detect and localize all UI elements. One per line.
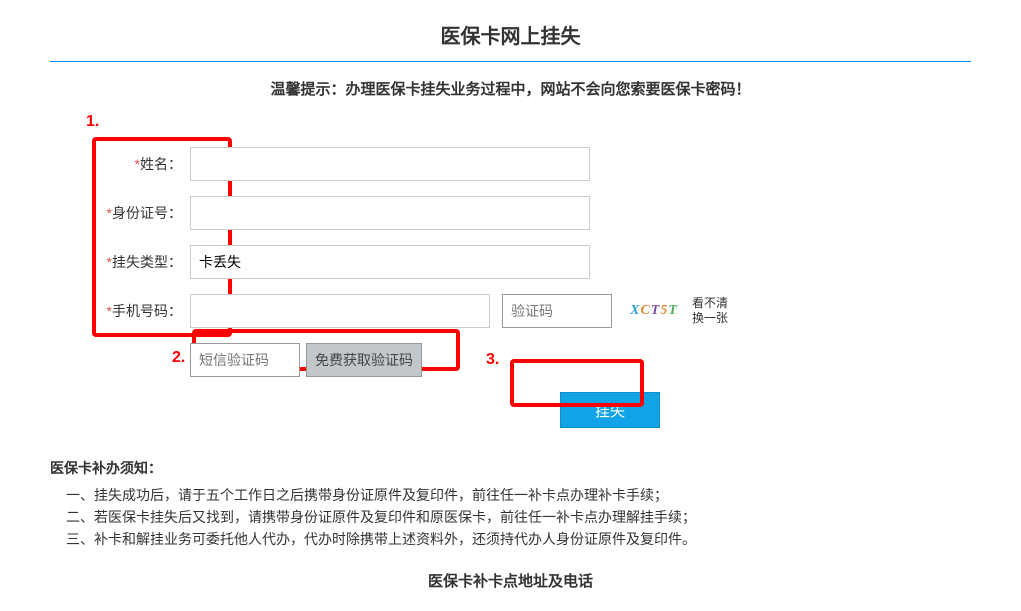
submit-button[interactable]: 挂失: [560, 392, 660, 428]
get-sms-button[interactable]: 免费获取验证码: [306, 343, 422, 377]
notice-line-3: 三、补卡和解挂业务可委托他人代办，代办时除携带上述资料外，还须持代办人身份证原件…: [66, 528, 971, 550]
notice-lines: 一、挂失成功后，请于五个工作日之后携带身份证原件及复印件，前往任一补卡点办理补卡…: [50, 484, 971, 550]
notice-line-1: 一、挂失成功后，请于五个工作日之后携带身份证原件及复印件，前往任一补卡点办理补卡…: [66, 484, 971, 506]
bottom-title: 医保卡补卡点地址及电话: [50, 570, 971, 591]
captcha-hint1[interactable]: 看不清: [692, 296, 728, 311]
form-area: 1. 2. 3. *姓名： *身份证号： *挂失类型：: [90, 127, 971, 428]
idnum-field[interactable]: [190, 196, 590, 230]
divider: [50, 61, 971, 62]
sms-field[interactable]: [190, 343, 300, 377]
losstype-field[interactable]: [190, 245, 590, 279]
label-idnum: *身份证号：: [90, 203, 190, 223]
notice-title: 医保卡补办须知：: [50, 458, 971, 478]
label-phone: *手机号码：: [90, 301, 190, 321]
captcha-image[interactable]: XCT5T: [624, 297, 684, 325]
label-name: *姓名：: [90, 154, 190, 174]
label-losstype-text: 挂失类型：: [112, 254, 182, 270]
tip-text: 温馨提示：办理医保卡挂失业务过程中，网站不会向您索要医保卡密码！: [50, 78, 971, 99]
label-phone-text: 手机号码：: [112, 303, 182, 319]
phone-field[interactable]: [190, 294, 490, 328]
captcha-field[interactable]: [502, 294, 612, 328]
notice-line-2: 二、若医保卡挂失后又找到，请携带身份证原件及复印件和原医保卡，前往任一补卡点办理…: [66, 506, 971, 528]
label-losstype: *挂失类型：: [90, 252, 190, 272]
label-name-text: 姓名：: [140, 156, 182, 172]
annotation-label-1: 1.: [86, 113, 99, 131]
captcha-hint2[interactable]: 换一张: [692, 311, 728, 326]
label-idnum-text: 身份证号：: [112, 205, 182, 221]
captcha-hints[interactable]: 看不清 换一张: [692, 296, 728, 326]
page-title: 医保卡网上挂失: [50, 20, 971, 61]
name-field[interactable]: [190, 147, 590, 181]
